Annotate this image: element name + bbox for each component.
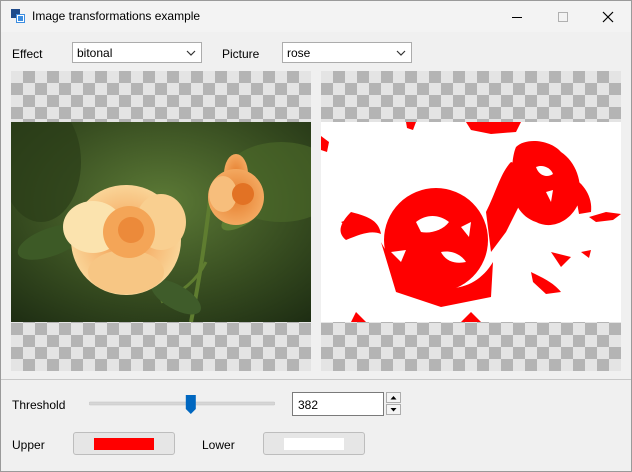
threshold-value: 382	[298, 398, 319, 412]
threshold-spinbox[interactable]: 382	[292, 392, 402, 416]
chevron-down-icon	[186, 50, 196, 56]
minimize-icon	[512, 16, 522, 18]
original-image-panel	[11, 71, 311, 371]
threshold-slider[interactable]	[89, 393, 275, 415]
chevron-down-icon	[396, 50, 406, 56]
transformed-bitonal-image	[321, 122, 621, 322]
spin-down-button[interactable]	[386, 404, 401, 415]
app-window-icon	[11, 9, 25, 23]
maximize-button[interactable]	[540, 1, 586, 32]
lower-label: Lower	[202, 438, 235, 452]
lower-color-swatch	[284, 438, 344, 450]
picture-dropdown[interactable]: rose	[282, 42, 412, 63]
title-bar[interactable]: Image transformations example	[1, 1, 631, 32]
picture-label: Picture	[222, 47, 260, 61]
upper-color-swatch	[94, 438, 154, 450]
maximize-icon	[558, 11, 568, 22]
app-window: Image transformations example Effect bit…	[0, 0, 632, 472]
effect-label: Effect	[12, 47, 43, 61]
separator	[1, 379, 631, 380]
effect-value: bitonal	[77, 46, 113, 60]
spin-up-icon	[390, 396, 397, 400]
threshold-input[interactable]: 382	[292, 392, 384, 416]
close-button[interactable]	[585, 1, 631, 32]
upper-label: Upper	[12, 438, 45, 452]
spin-down-icon	[390, 408, 397, 412]
window-title: Image transformations example	[32, 9, 201, 23]
lower-color-button[interactable]	[263, 432, 365, 455]
threshold-label: Threshold	[12, 398, 66, 412]
minimize-button[interactable]	[494, 1, 540, 32]
original-rose-image	[11, 122, 311, 322]
close-icon	[602, 11, 614, 22]
spin-up-button[interactable]	[386, 392, 401, 403]
slider-thumb[interactable]	[185, 395, 196, 414]
upper-color-button[interactable]	[73, 432, 175, 455]
transformed-image-panel	[321, 71, 621, 371]
effect-dropdown[interactable]: bitonal	[72, 42, 202, 63]
picture-value: rose	[287, 46, 311, 60]
